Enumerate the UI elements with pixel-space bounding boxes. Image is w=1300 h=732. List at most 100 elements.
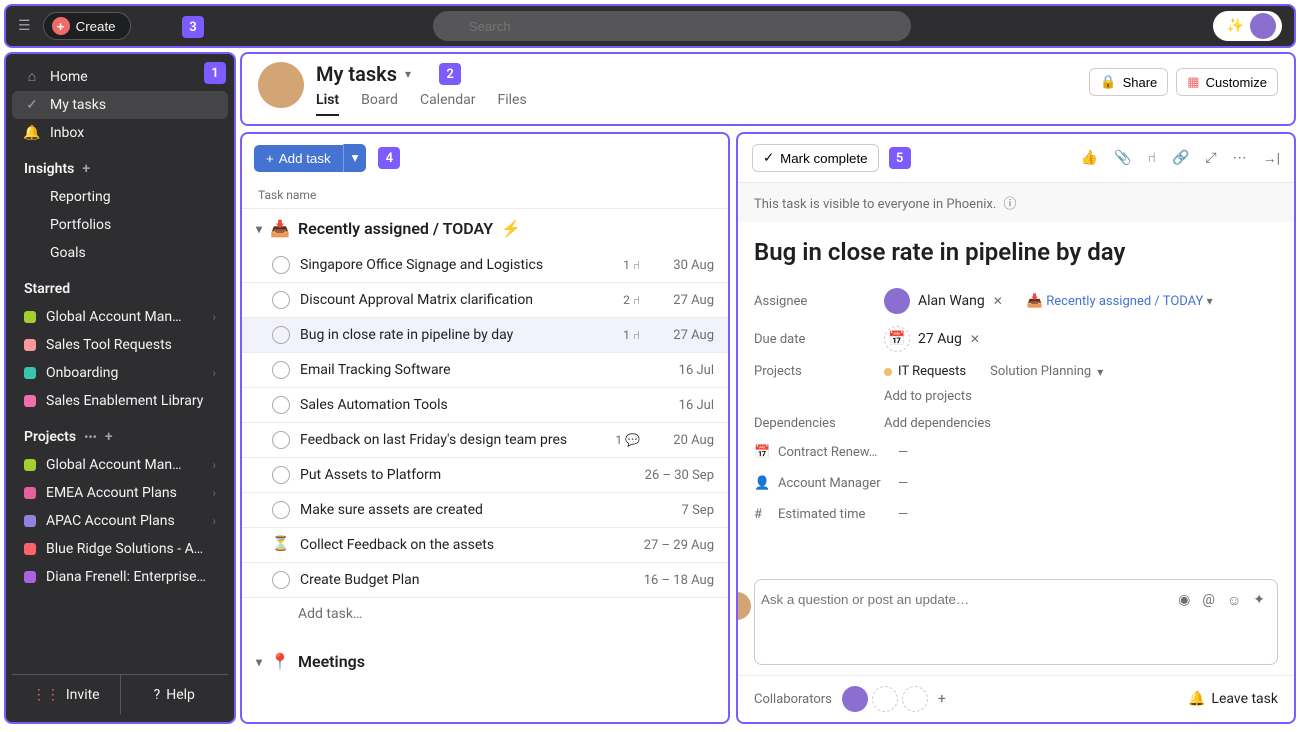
sidebar-insights-item[interactable]: Goals: [12, 239, 228, 267]
comment-box[interactable]: ◉ @ ☺ ✦: [754, 579, 1278, 665]
add-task-button[interactable]: + Add task: [254, 145, 343, 172]
section-chip[interactable]: 📥 Recently assigned / TODAY ▾: [1027, 294, 1213, 309]
check-circle-icon[interactable]: [272, 431, 290, 449]
sidebar-nav-my-tasks[interactable]: ✓My tasks: [12, 91, 228, 119]
task-row[interactable]: Sales Automation Tools16 Jul: [242, 388, 728, 423]
comment-badge: 1 💬: [615, 433, 640, 447]
invite-button[interactable]: ⋮⋮ Invite: [12, 675, 120, 714]
sidebar-section-insights[interactable]: Insights +: [12, 147, 228, 183]
create-button[interactable]: + Create: [43, 12, 131, 40]
collaborator-avatar[interactable]: [842, 686, 868, 712]
chevron-right-icon: ›: [212, 310, 216, 324]
check-circle-icon[interactable]: [272, 291, 290, 309]
field-label: Estimated time: [778, 507, 888, 522]
project-pill-it[interactable]: IT Requests: [884, 364, 966, 379]
sidebar-starred-item[interactable]: Sales Tool Requests: [12, 331, 228, 359]
project-dot: [884, 368, 892, 376]
add-task-dropdown[interactable]: ▾: [343, 144, 367, 172]
calendar-icon: 📅: [884, 326, 910, 352]
task-title[interactable]: Bug in close rate in pipeline by day: [738, 222, 1294, 282]
help-button[interactable]: ? Help: [120, 675, 229, 714]
sidebar-starred-item[interactable]: Global Account Man…›: [12, 303, 228, 331]
tab-board[interactable]: Board: [361, 92, 398, 116]
info-icon[interactable]: ⓘ: [1004, 197, 1017, 212]
tab-files[interactable]: Files: [498, 92, 527, 116]
task-date: 16 – 18 Aug: [644, 573, 714, 588]
mention-icon[interactable]: @: [1202, 592, 1215, 609]
tab-calendar[interactable]: Calendar: [420, 92, 476, 116]
sidebar-insights-item[interactable]: Reporting: [12, 183, 228, 211]
remove-date-icon[interactable]: ✕: [970, 332, 980, 346]
add-collaborator-plus[interactable]: +: [938, 691, 946, 707]
tab-list[interactable]: List: [316, 92, 339, 116]
sidebar-project-item[interactable]: Blue Ridge Solutions - A…: [12, 535, 228, 563]
task-row[interactable]: Singapore Office Signage and Logistics1 …: [242, 248, 728, 283]
sidebar-project-item[interactable]: APAC Account Plans›: [12, 507, 228, 535]
custom-field-row[interactable]: 📅Contract Renew…—: [738, 437, 1294, 468]
sidebar-project-item[interactable]: Global Account Man…›: [12, 451, 228, 479]
task-row[interactable]: Make sure assets are created7 Sep: [242, 493, 728, 528]
link-icon[interactable]: 🔗: [1172, 150, 1189, 167]
check-circle-icon[interactable]: [272, 361, 290, 379]
sidebar-starred-item[interactable]: Sales Enablement Library: [12, 387, 228, 415]
record-icon[interactable]: ◉: [1178, 592, 1190, 609]
hamburger-icon[interactable]: ☰: [18, 18, 31, 34]
share-button[interactable]: 🔒 Share: [1089, 68, 1168, 96]
avatar-pill[interactable]: ✨: [1213, 11, 1282, 41]
task-row[interactable]: Bug in close rate in pipeline by day1 ⑁2…: [242, 318, 728, 353]
fullscreen-icon[interactable]: ⤢: [1205, 150, 1216, 167]
task-row[interactable]: Put Assets to Platform26 – 30 Sep: [242, 458, 728, 493]
attachment-icon[interactable]: 📎: [1114, 150, 1131, 167]
remove-assignee-icon[interactable]: ✕: [993, 294, 1003, 308]
check-circle-icon[interactable]: [272, 571, 290, 589]
section-recently-assigned[interactable]: ▾ 📥 Recently assigned / TODAY ⚡: [242, 209, 728, 248]
more-icon[interactable]: ⋯: [1233, 150, 1247, 167]
add-task-placeholder[interactable]: Add task…: [242, 598, 728, 630]
check-circle-icon[interactable]: [272, 501, 290, 519]
sidebar-project-item[interactable]: EMEA Account Plans›: [12, 479, 228, 507]
sidebar-insights-item[interactable]: Portfolios: [12, 211, 228, 239]
customize-button[interactable]: ▦ Customize: [1176, 68, 1278, 96]
add-dependencies-link[interactable]: Add dependencies: [884, 416, 991, 431]
plus-icon[interactable]: +: [105, 429, 113, 445]
task-name: Singapore Office Signage and Logistics: [300, 257, 613, 273]
leave-task-button[interactable]: 🔔 Leave task: [1188, 691, 1278, 707]
sidebar-section-starred[interactable]: Starred: [12, 267, 228, 303]
chevron-down-icon[interactable]: ▾: [405, 67, 411, 81]
task-row[interactable]: Email Tracking Software16 Jul: [242, 353, 728, 388]
check-circle-icon[interactable]: [272, 256, 290, 274]
add-collaborator-slot[interactable]: [872, 686, 898, 712]
check-circle-icon[interactable]: [272, 326, 290, 344]
sidebar-nav-inbox[interactable]: 🔔Inbox: [12, 119, 228, 147]
subtask-icon[interactable]: ⑁: [1148, 150, 1156, 167]
task-row[interactable]: ⏳Collect Feedback on the assets27 – 29 A…: [242, 528, 728, 563]
section-meetings[interactable]: ▾ 📍 Meetings: [242, 642, 728, 681]
task-row[interactable]: Feedback on last Friday's design team pr…: [242, 423, 728, 458]
add-to-projects-link[interactable]: Add to projects: [884, 389, 1103, 404]
search-input[interactable]: [433, 11, 911, 41]
sidebar-section-projects[interactable]: Projects ••• +: [12, 415, 228, 451]
close-icon[interactable]: →|: [1263, 150, 1280, 167]
plus-icon: +: [52, 17, 70, 35]
custom-field-row[interactable]: 👤Account Manager—: [738, 468, 1294, 499]
sidebar-nav-home[interactable]: ⌂Home: [12, 62, 228, 91]
task-name: Put Assets to Platform: [300, 467, 635, 483]
custom-field-row[interactable]: #Estimated time—: [738, 499, 1294, 530]
task-row[interactable]: Create Budget Plan16 – 18 Aug: [242, 563, 728, 598]
task-name: Sales Automation Tools: [300, 397, 640, 413]
due-date-chip[interactable]: 📅 27 Aug ✕: [884, 326, 980, 352]
add-collaborator-slot[interactable]: [902, 686, 928, 712]
check-circle-icon[interactable]: [272, 396, 290, 414]
star-icon[interactable]: ✦: [1253, 592, 1265, 609]
check-circle-icon[interactable]: [272, 466, 290, 484]
sidebar-starred-item[interactable]: Onboarding›: [12, 359, 228, 387]
emoji-icon[interactable]: ☺: [1227, 592, 1241, 609]
assignee-chip[interactable]: Alan Wang ✕: [884, 288, 1003, 314]
like-icon[interactable]: 👍: [1081, 150, 1098, 167]
mark-complete-button[interactable]: ✓ Mark complete: [752, 144, 879, 172]
project-pill-solution[interactable]: Solution Planning ▾: [990, 364, 1103, 379]
dots-icon[interactable]: •••: [84, 430, 97, 444]
task-row[interactable]: Discount Approval Matrix clarification2 …: [242, 283, 728, 318]
sidebar-project-item[interactable]: Diana Frenell: Enterprise…: [12, 563, 228, 591]
plus-icon[interactable]: +: [82, 161, 90, 177]
